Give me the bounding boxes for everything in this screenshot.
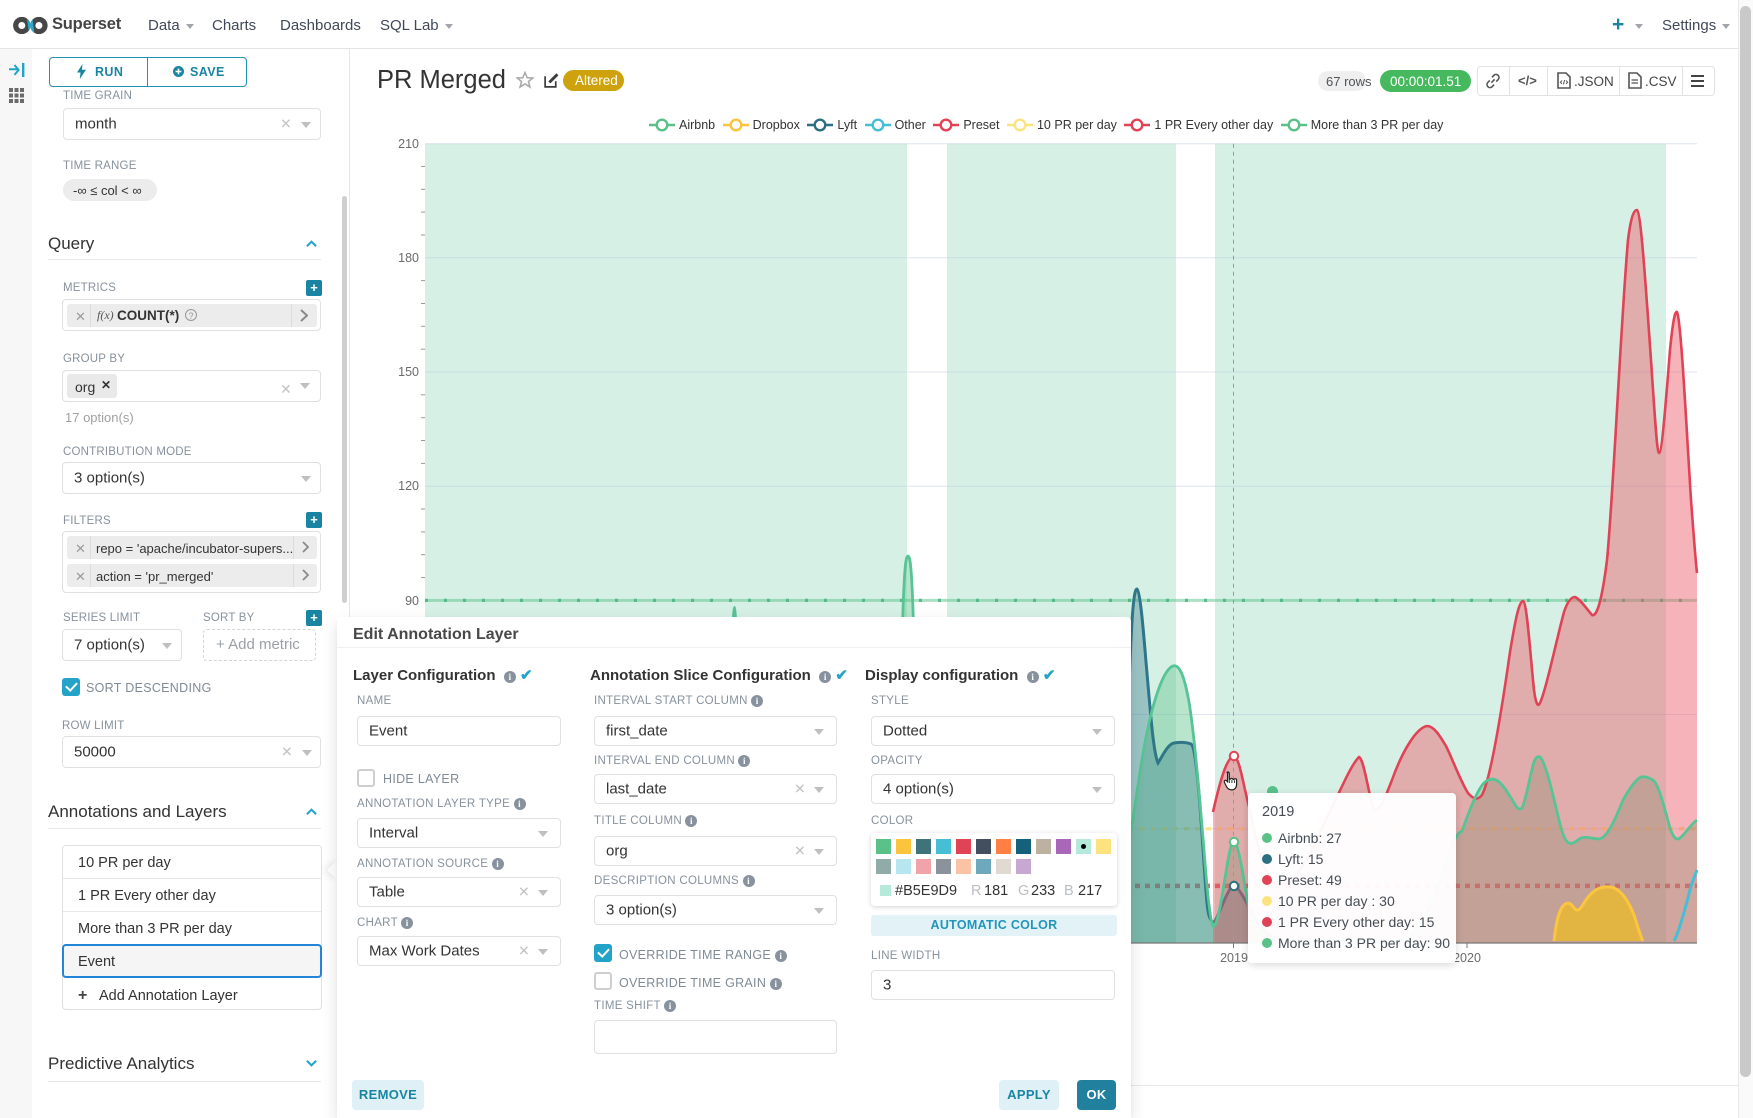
svg-text:2019: 2019 bbox=[1220, 951, 1248, 965]
svg-text:90: 90 bbox=[405, 594, 419, 608]
svg-text:180: 180 bbox=[398, 251, 419, 265]
svg-text:2020: 2020 bbox=[1453, 951, 1481, 965]
svg-text:120: 120 bbox=[398, 479, 419, 493]
svg-text:150: 150 bbox=[398, 365, 419, 379]
svg-text:210: 210 bbox=[398, 137, 419, 151]
